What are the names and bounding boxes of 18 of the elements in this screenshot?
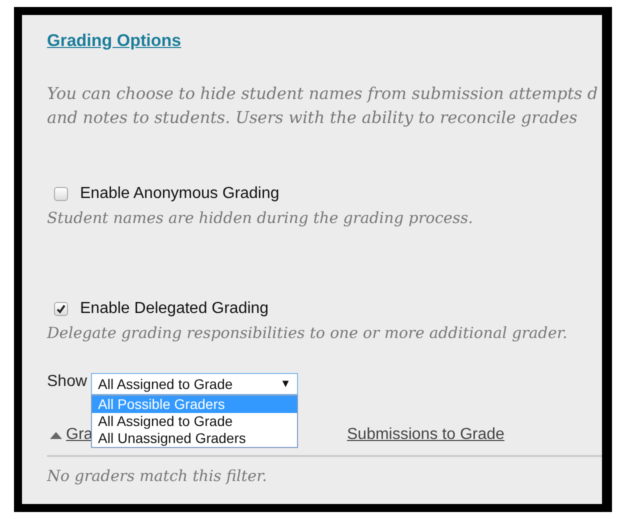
dropdown-option[interactable]: All Unassigned Graders [92,430,298,447]
filter-label: Show [47,372,88,392]
column-header-link[interactable]: Submissions to Grade [347,423,504,447]
column-header-link[interactable]: Gra [66,423,93,447]
option-description: Delegate grading responsibilities to one or more additional grader. [47,323,568,344]
empty-message: No graders match this filter. [47,467,267,485]
intro-text: You can choose to hide student names from submission attempts d [47,83,598,105]
checkbox[interactable] [54,302,68,316]
checkbox-label: Enable Delegated Grading [80,299,269,319]
filter-dropdown[interactable]: All Assigned to Grade ▼ [91,373,298,395]
checkbox[interactable] [54,187,68,201]
checkbox-label: Enable Anonymous Grading [80,184,280,204]
checkmark-icon [56,304,66,314]
intro-text: and notes to students. Users with the ability to reconcile grades [47,107,578,129]
option-description: Student names are hidden during the grading process. [47,208,474,229]
sort-up-icon [50,432,62,438]
section-title-link[interactable]: Grading Options [47,29,182,53]
dropdown-option[interactable]: All Assigned to Grade [92,413,298,430]
